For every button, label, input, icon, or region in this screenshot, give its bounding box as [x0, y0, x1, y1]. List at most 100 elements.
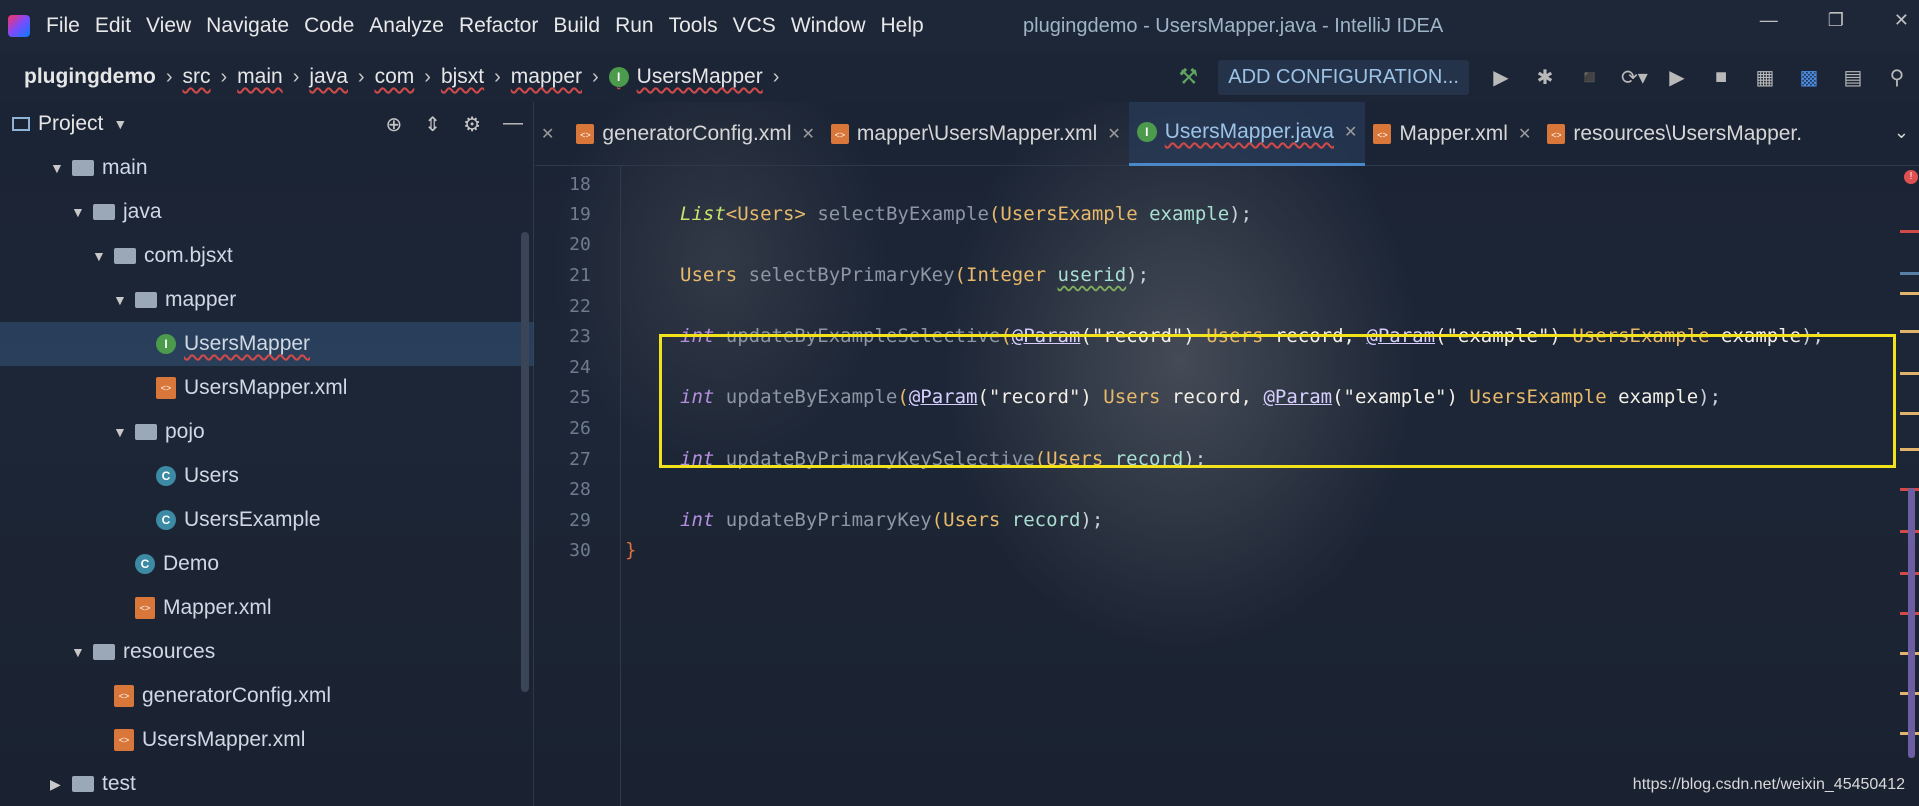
tree-item[interactable]: ▼ java [0, 190, 534, 234]
line-number: 22 [569, 295, 591, 317]
menu-vcs[interactable]: VCS [733, 14, 776, 38]
menu-view[interactable]: View [146, 14, 191, 38]
code-text: int updateByPrimaryKey(Users record); [680, 509, 1103, 531]
add-configuration-button[interactable]: ADD CONFIGURATION... [1218, 59, 1469, 95]
expand-arrow-icon[interactable]: ▼ [71, 204, 93, 220]
run-icon[interactable]: ▶ [1489, 65, 1513, 90]
menu-file[interactable]: File [46, 14, 80, 38]
menu-refactor[interactable]: Refactor [459, 14, 538, 38]
error-stripe-marker[interactable] [1900, 292, 1919, 295]
breadcrumb-project[interactable]: plugingdemo [24, 65, 156, 89]
coverage-icon[interactable]: ◾ [1577, 65, 1602, 90]
close-icon[interactable]: ✕ [1518, 124, 1531, 144]
translate-icon[interactable]: ▩ [1797, 65, 1821, 90]
expand-arrow-icon[interactable]: ▼ [50, 160, 72, 176]
tree-item-label: UsersExample [184, 508, 321, 531]
close-icon[interactable]: ✕ [1344, 122, 1357, 142]
code-token: example [1137, 203, 1230, 225]
error-stripe-marker[interactable] [1900, 372, 1919, 375]
tab-generatorconfig-xml[interactable]: <> generatorConfig.xml ✕ [568, 102, 823, 166]
tree-item[interactable]: C Users [0, 454, 534, 498]
error-indicator-icon[interactable]: ! [1904, 170, 1918, 184]
chevron-right-icon: › [357, 65, 365, 88]
code-editor[interactable]: 18 19 List<Users> selectByExample(UsersE… [535, 166, 1919, 806]
tab-mapper-xml[interactable]: <> Mapper.xml ✕ [1365, 102, 1539, 166]
minimize-icon[interactable]: — [1760, 10, 1778, 31]
error-stripe-marker[interactable] [1900, 412, 1919, 415]
tree-item[interactable]: ▼ main [0, 146, 534, 190]
breadcrumb-bjsxt[interactable]: bjsxt [441, 65, 484, 89]
profile-icon[interactable]: ⟳▾ [1621, 65, 1648, 90]
tree-item[interactable]: C Demo [0, 542, 534, 586]
code-token: Users [737, 203, 795, 225]
close-icon[interactable]: ✕ [1894, 10, 1909, 31]
tree-item[interactable]: C UsersExample [0, 498, 534, 542]
tab-mapper-usersmapper-xml[interactable]: <> mapper\UsersMapper.xml ✕ [823, 102, 1129, 166]
tree-item[interactable]: I UsersMapper [0, 322, 534, 366]
tree-item[interactable]: <> UsersMapper.xml [0, 718, 534, 762]
collapse-arrow-icon[interactable]: ▶ [50, 776, 72, 793]
expand-arrow-icon[interactable]: ▼ [92, 248, 114, 264]
breadcrumb-com[interactable]: com [375, 65, 415, 89]
gear-icon[interactable]: ⚙ [463, 112, 481, 137]
build-hammer-icon[interactable]: ⚒ [1179, 64, 1199, 90]
breadcrumb-main[interactable]: main [237, 65, 283, 89]
menu-navigate[interactable]: Navigate [206, 14, 289, 38]
xml-file-icon: <> [830, 123, 849, 144]
chevron-right-icon: › [772, 65, 780, 88]
tab-resources-usersmapper[interactable]: <> resources\UsersMapper. [1539, 102, 1810, 166]
tree-item[interactable]: ▼ com.bjsxt [0, 234, 534, 278]
chevron-down-icon[interactable]: ▼ [113, 116, 127, 132]
tree-item[interactable]: ▶ test [0, 762, 534, 806]
tree-item[interactable]: ▼ mapper [0, 278, 534, 322]
breadcrumb-java[interactable]: java [309, 65, 348, 89]
close-icon[interactable]: ✕ [1107, 124, 1120, 144]
editor-tabs: ✕ <> generatorConfig.xml ✕ <> mapper\Use… [535, 101, 1919, 166]
chevron-down-icon[interactable]: ⌄ [1894, 122, 1909, 143]
breadcrumb-usersmapper[interactable]: I UsersMapper [608, 65, 763, 89]
menu-tools[interactable]: Tools [669, 14, 718, 38]
error-stripe-marker[interactable] [1900, 330, 1919, 333]
tree-item[interactable]: <> Mapper.xml [0, 586, 534, 630]
code-token: < [725, 203, 738, 225]
breadcrumb-mapper[interactable]: mapper [511, 65, 582, 89]
search-icon[interactable]: ⚲ [1885, 65, 1909, 90]
error-stripe-marker[interactable] [1900, 272, 1919, 275]
menu-analyze[interactable]: Analyze [369, 14, 444, 38]
stop-icon[interactable]: ■ [1709, 66, 1733, 89]
menu-window[interactable]: Window [791, 14, 866, 38]
tree-item[interactable]: <> generatorConfig.xml [0, 674, 534, 718]
restore-icon[interactable]: ❐ [1828, 10, 1844, 31]
error-stripe-marker[interactable] [1900, 448, 1919, 451]
expand-arrow-icon[interactable]: ▼ [113, 292, 135, 308]
tree-item-label: mapper [165, 288, 237, 311]
code-line: 30 } [535, 532, 1875, 568]
breadcrumb-src[interactable]: src [183, 65, 211, 89]
project-structure-icon[interactable]: ▦ [1753, 65, 1777, 90]
tree-item[interactable]: <> UsersMapper.xml [0, 366, 534, 410]
debug-bug-icon[interactable]: ✱ [1533, 65, 1557, 90]
close-icon[interactable]: ✕ [802, 124, 815, 144]
expand-arrow-icon[interactable]: ▼ [113, 424, 135, 440]
collapse-all-icon[interactable]: ⇕ [424, 112, 441, 137]
project-pane-title[interactable]: Project [38, 112, 103, 136]
locate-target-icon[interactable]: ⊕ [386, 112, 403, 137]
tab-usersmapper-java[interactable]: I UsersMapper.java ✕ [1128, 101, 1366, 166]
tree-item[interactable]: ▼ pojo [0, 410, 534, 454]
run-alt-icon[interactable]: ▶ [1665, 65, 1689, 90]
error-stripe-marker[interactable] [1900, 230, 1919, 233]
project-scrollbar[interactable] [521, 232, 529, 692]
class-icon: C [135, 554, 155, 574]
code-token: ( [931, 509, 944, 531]
menu-build[interactable]: Build [553, 14, 600, 38]
hide-icon[interactable]: — [503, 112, 523, 137]
editor-scrollbar[interactable] [1908, 488, 1915, 758]
menu-help[interactable]: Help [881, 14, 924, 38]
menu-run[interactable]: Run [615, 14, 654, 38]
expand-arrow-icon[interactable]: ▼ [71, 644, 93, 660]
menu-code[interactable]: Code [304, 14, 354, 38]
tree-item[interactable]: ▼ resources [0, 630, 534, 674]
menu-edit[interactable]: Edit [95, 14, 131, 38]
close-icon[interactable]: ✕ [541, 124, 554, 144]
terminal-icon[interactable]: ▤ [1841, 65, 1865, 90]
